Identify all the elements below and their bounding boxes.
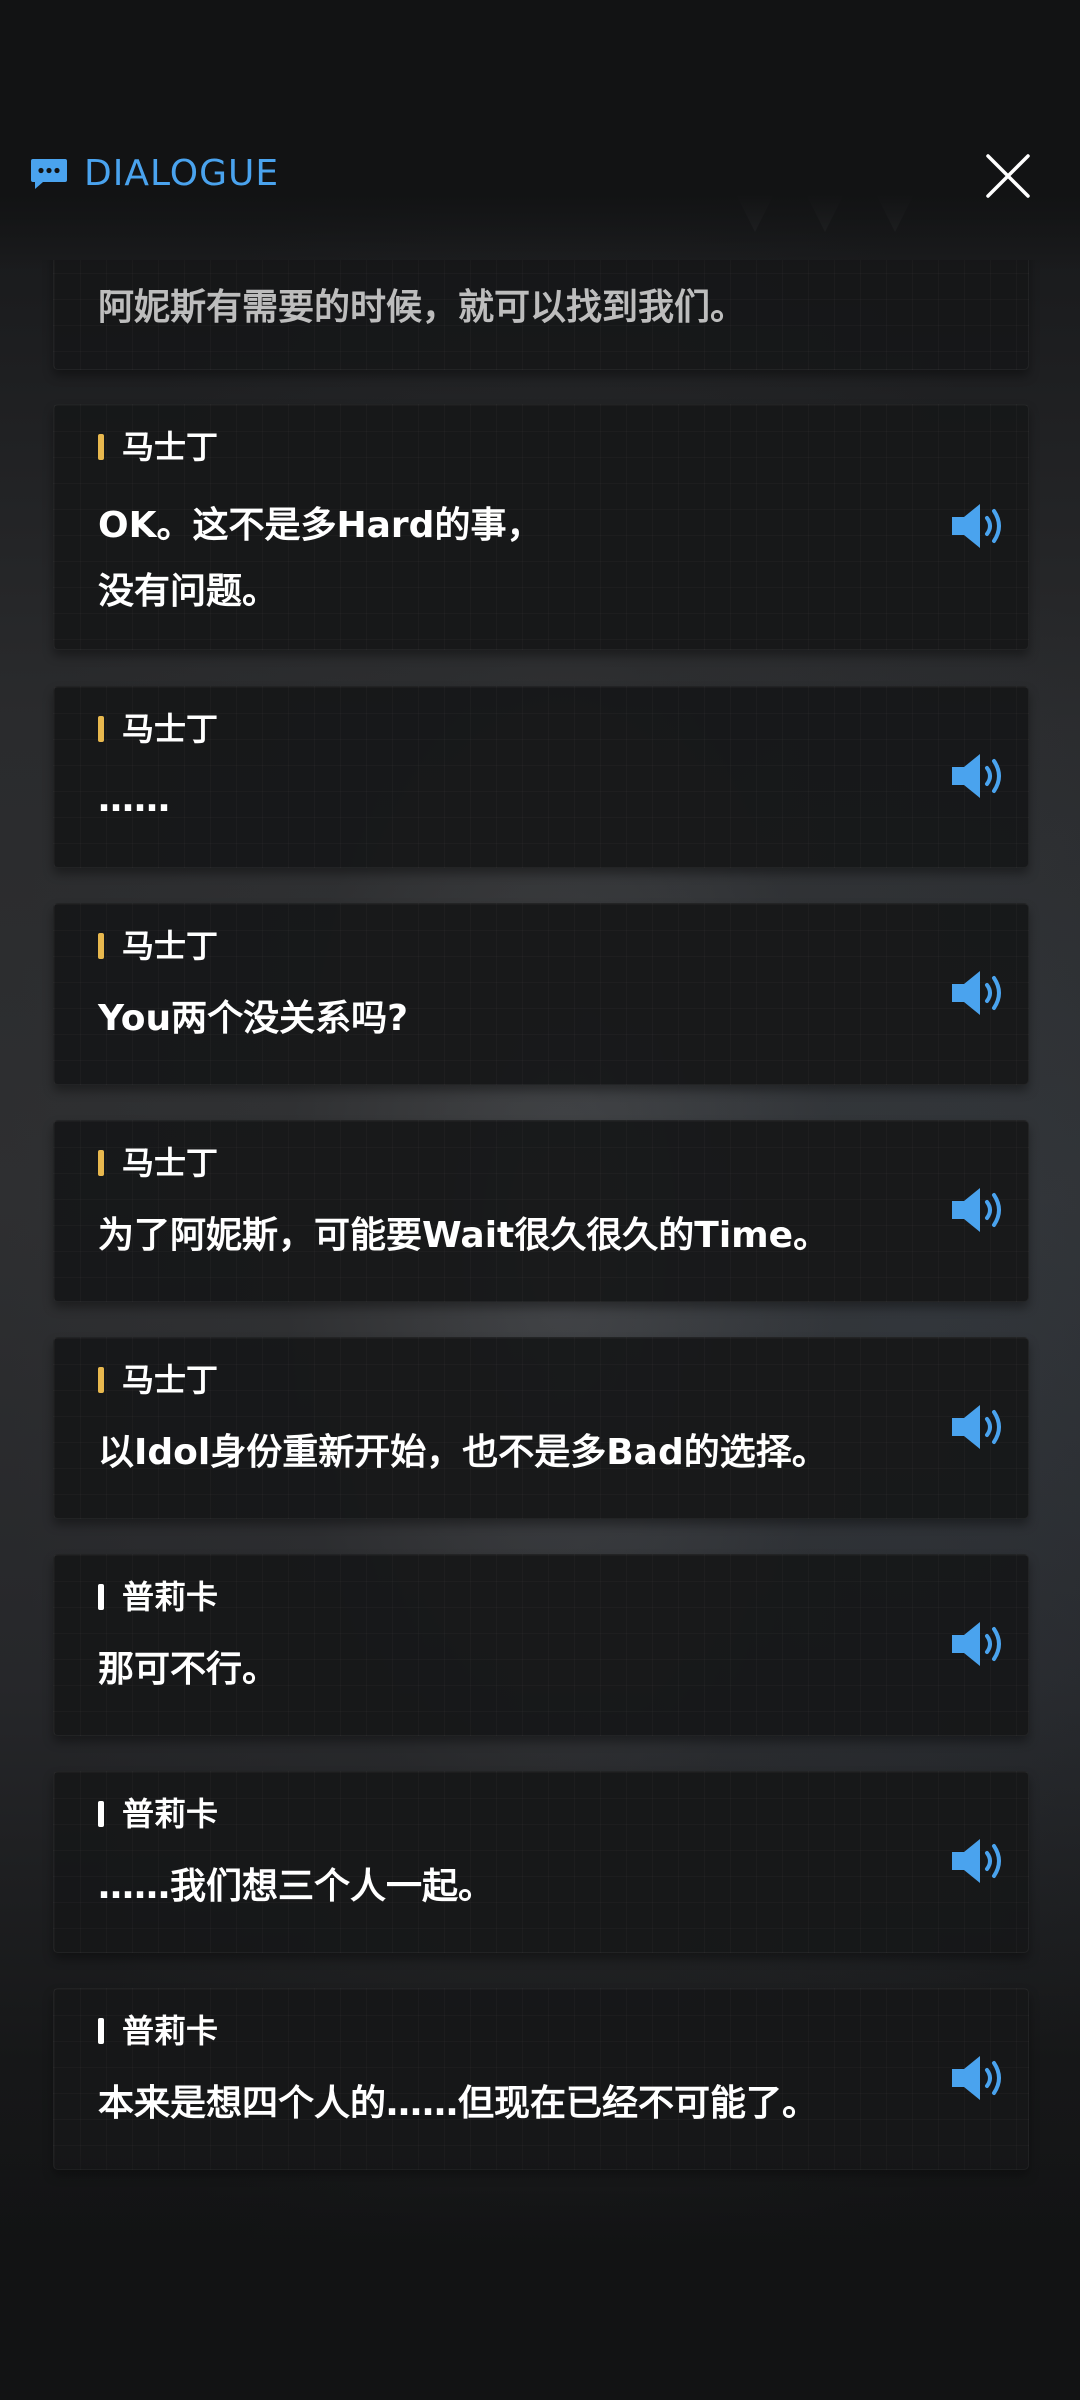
voice-replay-button[interactable] <box>948 968 1008 1018</box>
top-fade-overlay <box>0 0 1080 270</box>
speaker-name: 马士丁 <box>122 1361 219 1399</box>
speaker-label: 马士丁 <box>98 1360 218 1400</box>
speaker-name: 马士丁 <box>122 428 219 466</box>
dialogue-text: You两个没关系吗? <box>98 998 409 1039</box>
chat-bubble-icon <box>31 159 67 189</box>
speaker-label: 马士丁 <box>98 427 218 467</box>
dialogue-entry: 马士丁 以Idol身份重新开始，也不是多Bad的选择。 <box>53 1337 1029 1519</box>
dialogue-log-list[interactable]: 阿妮斯有需要的时候，就可以找到我们。 马士丁 OK。这不是多Hard的事， 没有… <box>0 260 1080 2190</box>
speaker-label: 普莉卡 <box>98 1794 218 1834</box>
voice-replay-button[interactable] <box>948 1836 1008 1886</box>
dialogue-text: 本来是想四个人的……但现在已经不可能了。 <box>98 2083 819 2124</box>
speaker-label: 马士丁 <box>98 1143 218 1183</box>
speaker-name: 马士丁 <box>122 927 219 965</box>
speaker-color-bar <box>98 1367 104 1393</box>
voice-replay-button[interactable] <box>948 1402 1008 1452</box>
dialogue-text: 那可不行。 <box>98 1649 279 1690</box>
dialogue-entry: 普莉卡 那可不行。 <box>53 1554 1029 1736</box>
speaker-label: 马士丁 <box>98 926 218 966</box>
speaker-color-bar <box>98 434 104 460</box>
speaker-name: 普莉卡 <box>122 1578 219 1616</box>
speaker-name: 普莉卡 <box>122 2012 219 2050</box>
speaker-label: 普莉卡 <box>98 1577 218 1617</box>
speaker-color-bar <box>98 716 104 742</box>
speaker-name: 马士丁 <box>122 1144 219 1182</box>
speaker-name: 普莉卡 <box>122 1795 219 1833</box>
dialogue-text: …… <box>98 779 170 820</box>
bottom-fade-overlay <box>0 2150 1080 2400</box>
close-button[interactable] <box>980 148 1036 204</box>
speaker-color-bar <box>98 1150 104 1176</box>
voice-replay-button[interactable] <box>948 501 1008 551</box>
speaker-label: 马士丁 <box>98 709 218 749</box>
dialogue-text: OK。这不是多Hard的事， 没有问题。 <box>98 505 543 612</box>
voice-replay-button[interactable] <box>948 751 1008 801</box>
speaker-color-bar <box>98 1801 104 1827</box>
close-icon <box>986 154 1030 198</box>
dialogue-text: 阿妮斯有需要的时候，就可以找到我们。 <box>98 287 747 328</box>
voice-replay-button[interactable] <box>948 1619 1008 1669</box>
page-title: DIALOGUE <box>84 153 280 194</box>
dialogue-entry: 马士丁 …… <box>53 686 1029 868</box>
dialogue-entry: 普莉卡 本来是想四个人的……但现在已经不可能了。 <box>53 1988 1029 2170</box>
speaker-color-bar <box>98 1584 104 1610</box>
dialogue-entry: 阿妮斯有需要的时候，就可以找到我们。 <box>53 260 1029 370</box>
speaker-color-bar <box>98 933 104 959</box>
dialogue-text: 为了阿妮斯，可能要Wait很久很久的Time。 <box>98 1215 830 1256</box>
speaker-color-bar <box>98 2018 104 2044</box>
voice-replay-button[interactable] <box>948 2053 1008 2103</box>
dialogue-text: 以Idol身份重新开始，也不是多Bad的选择。 <box>98 1432 828 1473</box>
dialogue-text: ……我们想三个人一起。 <box>98 1866 495 1907</box>
dialogue-entry: 马士丁 为了阿妮斯，可能要Wait很久很久的Time。 <box>53 1120 1029 1302</box>
dialogue-entry: 马士丁 You两个没关系吗? <box>53 903 1029 1085</box>
speaker-label: 普莉卡 <box>98 2011 218 2051</box>
dialogue-entry: 马士丁 OK。这不是多Hard的事， 没有问题。 <box>53 404 1029 650</box>
voice-replay-button[interactable] <box>948 1185 1008 1235</box>
dialogue-entry: 普莉卡 ……我们想三个人一起。 <box>53 1771 1029 1953</box>
speaker-name: 马士丁 <box>122 710 219 748</box>
